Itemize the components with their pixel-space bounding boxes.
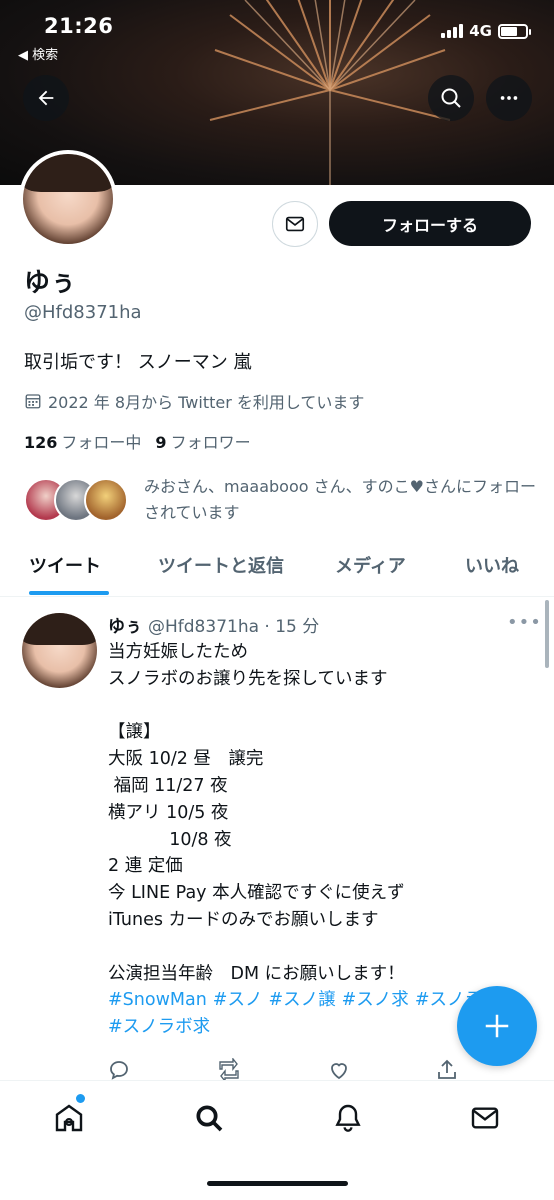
tweet-line: 10/8 夜 xyxy=(108,829,232,850)
plus-icon xyxy=(485,1014,509,1038)
tweet-text: 当方妊娠したため スノラボのお譲り先を探しています 【譲】 大阪 10/2 昼 … xyxy=(108,639,528,1041)
followed-by-row[interactable]: みおさん、maaabooo さん、すのこ♥さんにフォローされています xyxy=(24,474,544,526)
nav-search[interactable] xyxy=(192,1101,226,1135)
hashtag-link[interactable]: #SnowMan xyxy=(108,990,207,1010)
followed-by-text: みおさん、maaabooo さん、すのこ♥さんにフォローされています xyxy=(144,477,536,522)
hashtag-link[interactable]: #スノラボ求 xyxy=(108,1017,210,1037)
like-icon[interactable] xyxy=(326,1058,352,1082)
followers-count: 9 xyxy=(155,433,167,452)
back-button[interactable] xyxy=(23,75,69,121)
profile-name: ゆぅ xyxy=(24,268,77,298)
home-notification-dot xyxy=(76,1094,85,1103)
tweet-line: 今 LINE Pay 本人確認ですぐに使えず xyxy=(108,883,405,904)
tab-media[interactable]: メディア xyxy=(335,552,406,578)
firework-image xyxy=(209,0,451,185)
signal-icon xyxy=(441,24,464,38)
nav-notifications[interactable] xyxy=(331,1101,365,1135)
tweet-more-icon[interactable]: ••• xyxy=(507,612,542,633)
tab-likes[interactable]: いいね xyxy=(465,552,519,578)
active-tab-indicator xyxy=(29,591,109,595)
following-link[interactable]: 126 フォロー中 xyxy=(24,429,141,453)
retweet-icon[interactable] xyxy=(216,1058,242,1082)
tweet-line: スノラボのお譲り先を探しています xyxy=(108,668,388,689)
search-icon xyxy=(196,1105,223,1132)
more-button[interactable] xyxy=(486,75,532,121)
following-label: フォロー中 xyxy=(61,433,142,452)
scrollbar[interactable] xyxy=(545,600,549,668)
tweet-line xyxy=(108,693,528,720)
following-count: 126 xyxy=(24,433,58,452)
search-icon xyxy=(441,88,461,108)
follow-counts: 126 フォロー中 9 フォロワー xyxy=(24,429,251,453)
tweet-avatar[interactable] xyxy=(22,613,97,688)
joined-text: 2022 年 8月から Twitter を利用しています xyxy=(48,393,365,412)
tweet-meta: @Hfd8371ha · 15 分 xyxy=(148,617,320,637)
battery-icon xyxy=(498,23,531,39)
hashtag-link[interactable]: #スノ求 xyxy=(342,990,409,1010)
status-time: 21:26 xyxy=(44,14,114,38)
hashtag-link[interactable]: #スノ xyxy=(213,990,263,1010)
tweet-line: 当方妊娠したため xyxy=(108,642,248,662)
compose-tweet-button[interactable] xyxy=(457,986,537,1066)
tab-tweets-replies[interactable]: ツイートと返信 xyxy=(158,552,284,578)
tab-tweets[interactable]: ツイート xyxy=(29,552,101,578)
nav-home[interactable] xyxy=(52,1101,86,1135)
home-icon xyxy=(55,1104,83,1132)
tweet-line: 公演担当年齢 DM にお願いします！ xyxy=(108,963,405,984)
tweet-header: ゆぅ @Hfd8371ha · 15 分 xyxy=(108,612,319,637)
tweet-line: 大阪 10/2 昼 譲完 xyxy=(108,749,264,770)
profile-avatar[interactable] xyxy=(19,150,117,248)
tweet-author-name[interactable]: ゆぅ xyxy=(108,612,142,637)
more-icon xyxy=(500,96,518,100)
tweet-line: 【譲】 xyxy=(108,722,161,743)
back-to-search-link[interactable]: ◀ 検索 xyxy=(18,44,58,63)
followers-link[interactable]: 9 フォロワー xyxy=(155,429,250,453)
bell-icon xyxy=(335,1104,361,1132)
envelope-icon xyxy=(471,1107,499,1129)
tweet-line xyxy=(108,934,528,961)
profile-handle: @Hfd8371ha xyxy=(24,302,142,323)
mutual-avatars xyxy=(24,474,132,526)
network-label: 4G xyxy=(469,22,492,40)
tweet-line: iTunes カードのみでお願いします xyxy=(108,909,379,930)
share-icon[interactable] xyxy=(434,1058,460,1082)
follow-button[interactable]: フォローする xyxy=(329,201,531,246)
message-button[interactable] xyxy=(272,201,318,247)
calendar-icon xyxy=(25,394,41,409)
profile-tabs: ツイート ツイートと返信 メディア いいね xyxy=(0,540,554,597)
profile-bio: 取引垢です！ スノーマン 嵐 xyxy=(24,352,252,373)
status-indicators: 4G xyxy=(441,22,531,40)
tweet-actions xyxy=(106,1058,466,1082)
reply-icon[interactable] xyxy=(106,1058,132,1082)
mutual-avatar xyxy=(84,478,128,522)
tweet-line: 横アリ 10/5 夜 xyxy=(108,802,229,823)
joined-date: 2022 年 8月から Twitter を利用しています xyxy=(24,389,364,413)
followers-label: フォロワー xyxy=(170,433,251,452)
search-button[interactable] xyxy=(428,75,474,121)
hashtag-link[interactable]: #スノ譲 xyxy=(268,990,335,1010)
envelope-icon xyxy=(285,216,305,232)
home-indicator xyxy=(207,1181,348,1186)
tweet-line: 2 連 定価 xyxy=(108,856,183,877)
tweet-line: 福岡 11/27 夜 xyxy=(108,775,228,796)
nav-messages[interactable] xyxy=(468,1101,502,1135)
arrow-left-icon xyxy=(38,90,54,106)
